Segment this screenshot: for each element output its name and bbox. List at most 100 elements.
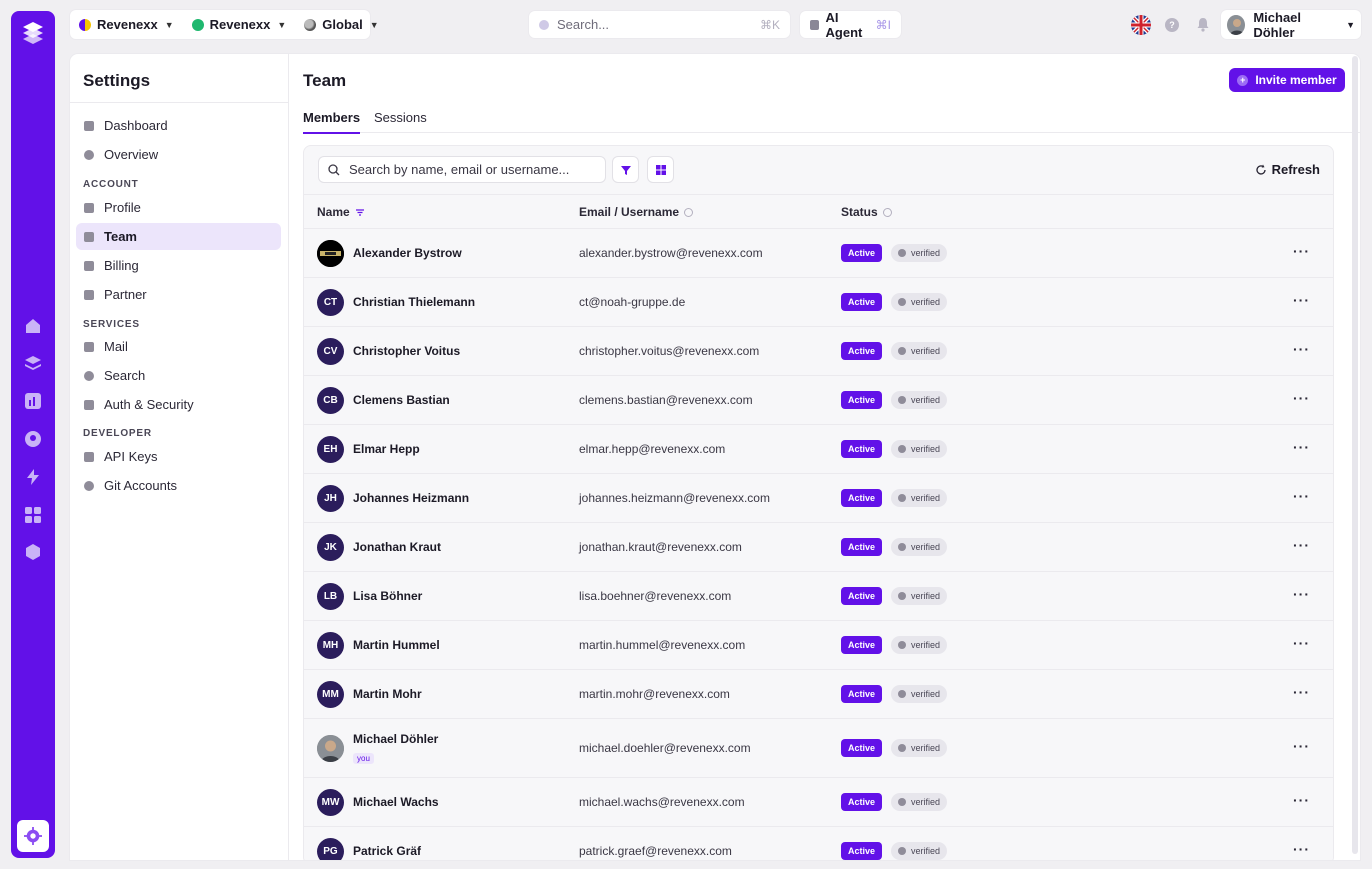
section-developer: DEVELOPER [83, 428, 152, 439]
sidebar-item-api-keys[interactable]: API Keys [76, 443, 281, 470]
table-row[interactable]: JK Jonathan Kraut jonathan.kraut@revenex… [304, 523, 1333, 572]
invite-member-button[interactable]: + Invite member [1229, 68, 1345, 92]
layers-icon[interactable] [23, 353, 43, 373]
more-actions-icon[interactable]: ··· [1293, 292, 1310, 308]
status-badge: Active [841, 244, 883, 262]
member-search-input[interactable]: Search by name, email or username... [318, 156, 606, 183]
filter-button[interactable] [612, 156, 639, 183]
workspace-select[interactable]: Revenexx ▼ [70, 10, 183, 39]
more-actions-icon[interactable]: ··· [1293, 341, 1310, 357]
more-actions-icon[interactable]: ··· [1293, 537, 1310, 553]
member-name: Lisa Böhner [353, 589, 423, 603]
apps-icon[interactable] [23, 505, 43, 525]
info-icon[interactable] [882, 207, 892, 217]
ai-agent-button[interactable]: AI Agent ⌘I [800, 10, 901, 40]
sidebar-item-partner[interactable]: Partner [76, 281, 281, 308]
team-icon [84, 231, 94, 242]
verified-badge: verified [891, 842, 948, 860]
settings-sidebar: Settings Dashboard Overview ACCOUNT Prof… [70, 54, 289, 860]
avatar: CT [317, 289, 344, 316]
more-actions-icon[interactable]: ··· [1293, 243, 1310, 259]
table-row[interactable]: CT Christian Thielemann ct@noah-gruppe.d… [304, 278, 1333, 327]
home-icon[interactable] [23, 316, 43, 336]
sidebar-item-team[interactable]: Team [76, 223, 281, 250]
gear-icon [24, 827, 42, 845]
location-icon[interactable] [23, 429, 43, 449]
table-row[interactable]: CB Clemens Bastian clemens.bastian@reven… [304, 376, 1333, 425]
scrollbar[interactable] [1352, 56, 1358, 854]
members-card: Search by name, email or username... Ref… [303, 145, 1334, 860]
user-icon [84, 202, 94, 213]
settings-title: Settings [70, 54, 288, 103]
member-name: Jonathan Kraut [353, 540, 442, 554]
tab-members[interactable]: Members [303, 110, 361, 134]
uk-flag-icon[interactable] [1131, 15, 1151, 35]
info-icon[interactable] [684, 207, 694, 217]
sidebar-item-mail[interactable]: Mail [76, 333, 281, 360]
member-name: Patrick Gräf [353, 844, 422, 858]
sidebar-item-overview[interactable]: Overview [76, 141, 281, 168]
more-actions-icon[interactable]: ··· [1293, 390, 1310, 406]
section-services: SERVICES [83, 319, 140, 330]
settings-nav-button[interactable] [17, 820, 49, 852]
more-actions-icon[interactable]: ··· [1293, 841, 1310, 857]
members-table: Alexander Bystrow alexander.bystrow@reve… [304, 229, 1333, 860]
member-email: martin.hummel@revenexx.com [579, 638, 746, 652]
table-row[interactable]: MW Michael Wachs michael.wachs@revenexx.… [304, 778, 1333, 827]
member-email: jonathan.kraut@revenexx.com [579, 540, 742, 554]
analytics-icon[interactable] [23, 391, 43, 411]
table-row[interactable]: MM Martin Mohr martin.mohr@revenexx.com … [304, 670, 1333, 719]
more-actions-icon[interactable]: ··· [1293, 439, 1310, 455]
table-header: Name Email / Username Status [304, 194, 1333, 229]
member-name: Elmar Hepp [353, 442, 420, 456]
bell-icon[interactable] [1196, 17, 1210, 32]
more-actions-icon[interactable]: ··· [1293, 684, 1310, 700]
column-email: Email / Username [579, 205, 694, 219]
more-actions-icon[interactable]: ··· [1293, 488, 1310, 504]
verified-badge: verified [891, 685, 948, 703]
column-email-label: Email / Username [579, 205, 680, 219]
table-row[interactable]: Michael Döhler you michael.doehler@reven… [304, 719, 1333, 778]
column-name-label: Name [317, 205, 350, 219]
sidebar-item-search[interactable]: Search [76, 362, 281, 389]
view-toggle-button[interactable] [647, 156, 674, 183]
more-actions-icon[interactable]: ··· [1293, 635, 1310, 651]
global-search-input[interactable]: Search... ⌘K [529, 11, 790, 38]
tab-sessions[interactable]: Sessions [374, 110, 427, 132]
more-actions-icon[interactable]: ··· [1293, 586, 1310, 602]
status-badge: Active [841, 293, 883, 311]
column-name[interactable]: Name [317, 205, 365, 219]
scope-select[interactable]: Global ▼ [295, 10, 387, 39]
sidebar-item-dashboard[interactable]: Dashboard [76, 112, 281, 139]
member-name: Alexander Bystrow [353, 246, 462, 260]
member-name: Martin Mohr [353, 687, 422, 701]
avatar [1227, 14, 1246, 35]
project-select[interactable]: Revenexx ▼ [183, 10, 296, 39]
table-row[interactable]: EH Elmar Hepp elmar.hepp@revenexx.com Ac… [304, 425, 1333, 474]
table-row[interactable]: Alexander Bystrow alexander.bystrow@reve… [304, 229, 1333, 278]
cube-icon[interactable] [23, 542, 43, 562]
more-actions-icon[interactable]: ··· [1293, 738, 1310, 754]
help-icon[interactable]: ? [1165, 18, 1179, 32]
table-row[interactable]: JH Johannes Heizmann johannes.heizmann@r… [304, 474, 1333, 523]
revenexx-logo[interactable] [19, 19, 47, 47]
status-badge: Active [841, 739, 883, 757]
table-row[interactable]: CV Christopher Voitus christopher.voitus… [304, 327, 1333, 376]
sidebar-item-auth-security[interactable]: Auth & Security [76, 391, 281, 418]
status-badge: Active [841, 440, 883, 458]
refresh-icon [1255, 164, 1266, 175]
top-bar: Revenexx ▼ Revenexx ▼ Global ▼ Search...… [70, 10, 1362, 40]
sidebar-item-billing[interactable]: Billing [76, 252, 281, 279]
user-menu[interactable]: Michael Döhler ▼ [1221, 10, 1361, 40]
avatar: EH [317, 436, 344, 463]
bolt-icon[interactable] [23, 467, 43, 487]
sidebar-item-profile[interactable]: Profile [76, 194, 281, 221]
refresh-button[interactable]: Refresh [1255, 162, 1320, 177]
member-email: clemens.bastian@revenexx.com [579, 393, 753, 407]
more-actions-icon[interactable]: ··· [1293, 792, 1310, 808]
table-row[interactable]: MH Martin Hummel martin.hummel@revenexx.… [304, 621, 1333, 670]
table-row[interactable]: PG Patrick Gräf patrick.graef@revenexx.c… [304, 827, 1333, 860]
table-row[interactable]: LB Lisa Böhner lisa.boehner@revenexx.com… [304, 572, 1333, 621]
sidebar-item-git-accounts[interactable]: Git Accounts [76, 472, 281, 499]
key-icon [84, 451, 94, 462]
